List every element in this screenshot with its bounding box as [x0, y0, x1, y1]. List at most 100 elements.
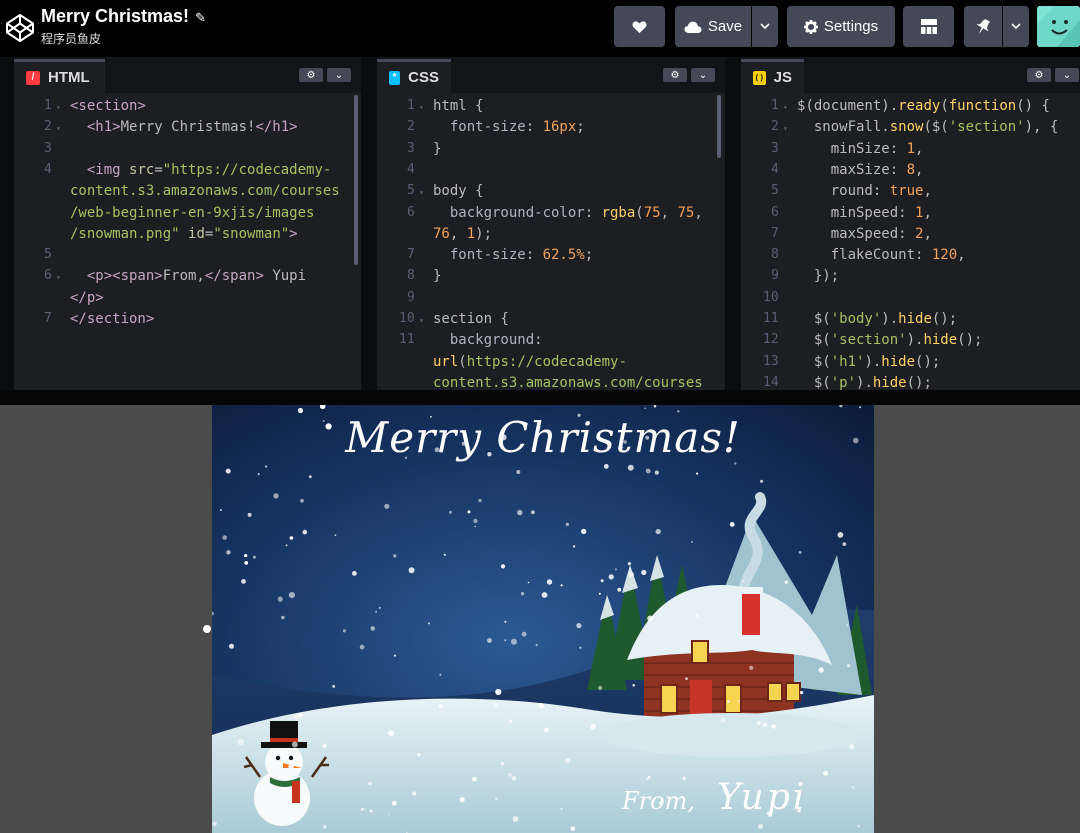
code-line[interactable]: content.s3.amazonaws.com/courses — [70, 183, 340, 199]
line-number: 14 — [763, 374, 779, 390]
snowflake — [262, 781, 265, 784]
code-line[interactable]: background: — [433, 332, 543, 348]
code-line[interactable]: background-color: rgba(75, 75, — [433, 205, 703, 221]
code-line[interactable]: url(https://codecademy- — [433, 354, 627, 370]
code-line[interactable]: $('body').hide(); — [797, 311, 957, 327]
code-token: > — [289, 225, 298, 242]
preview-area[interactable]: Merry Christmas! From, Yupi — [0, 405, 1080, 833]
tab-html[interactable]: / HTML — [14, 59, 105, 93]
snowflake — [632, 684, 635, 687]
snowflake — [222, 535, 227, 540]
fold-arrow-icon[interactable]: ▾ — [783, 124, 788, 133]
fold-arrow-icon[interactable]: ▾ — [419, 188, 424, 197]
code-line[interactable]: <p><span>From,</span> Yupi — [70, 268, 306, 284]
code-line[interactable]: section { — [433, 311, 509, 327]
code-line[interactable]: font-size: 16px; — [433, 119, 585, 135]
code-line[interactable]: </p> — [70, 290, 104, 306]
css-editor-pane[interactable]: * CSS ⚙ ⌄ 1 ▾ html {2 font-size: 16px; 3} 4 5… — [377, 57, 725, 390]
css-code[interactable]: 1 ▾ html {2 font-size: 16px; 3} 4 5 ▾ body {6 b… — [377, 95, 725, 390]
fold-arrow-icon[interactable]: ▾ — [783, 103, 788, 112]
pin-dropdown-button[interactable] — [1003, 6, 1029, 47]
code-line[interactable]: $('h1').hide(); — [797, 354, 940, 370]
code-line[interactable]: minSize: 1, — [797, 141, 924, 157]
code-line[interactable]: round: true, — [797, 183, 932, 199]
code-line[interactable]: maxSize: 8, — [797, 162, 924, 178]
tab-js[interactable]: ( ) JS — [741, 59, 804, 93]
edit-pencil-icon[interactable]: ✎ — [195, 10, 206, 26]
save-dropdown-button[interactable] — [752, 6, 778, 47]
change-view-button[interactable] — [903, 6, 954, 47]
pane-gutter[interactable] — [725, 57, 741, 390]
pane-gutter[interactable] — [0, 57, 14, 390]
author-name[interactable]: 程序员鱼皮 — [41, 30, 101, 47]
snowflake — [285, 544, 288, 547]
code-line[interactable]: $(document).ready(function() { — [797, 98, 1050, 114]
line-number: 13 — [763, 353, 779, 369]
code-token: From, — [162, 268, 205, 285]
chevron-down-icon: ⌄ — [698, 69, 708, 81]
editor-settings-button[interactable]: ⚙ — [1027, 68, 1051, 82]
code-line[interactable]: font-size: 62.5%; — [433, 247, 593, 263]
code-line[interactable]: <section> — [70, 98, 146, 114]
code-line[interactable]: /snowman.png" id="snowman"> — [70, 226, 298, 242]
editor-settings-button[interactable]: ⚙ — [299, 68, 323, 82]
code-line[interactable]: minSpeed: 1, — [797, 205, 932, 221]
editor-collapse-button[interactable]: ⌄ — [327, 68, 351, 82]
code-token: 120 — [931, 247, 958, 264]
scrollbar[interactable] — [717, 95, 721, 158]
tab-css[interactable]: * CSS — [377, 59, 451, 93]
js-editor-pane[interactable]: ( ) JS ⚙ ⌄ 1 ▾ $(document).ready(function(… — [741, 57, 1080, 390]
snowflake — [264, 465, 268, 468]
resize-handle[interactable] — [0, 390, 1080, 405]
editor-settings-button[interactable]: ⚙ — [663, 68, 687, 82]
fold-arrow-icon[interactable]: ▾ — [419, 316, 424, 325]
code-line[interactable]: $('p').hide(); — [797, 375, 932, 390]
code-line[interactable]: } — [433, 141, 441, 157]
fold-arrow-icon[interactable]: ▾ — [419, 103, 424, 112]
fold-arrow-icon[interactable]: ▾ — [56, 124, 61, 133]
fold-arrow-icon[interactable]: ▾ — [56, 103, 61, 112]
code-line[interactable]: snowFall.snow($('section'), { — [797, 119, 1058, 135]
code-line[interactable]: maxSpeed: 2, — [797, 226, 932, 242]
code-line[interactable]: html { — [433, 98, 484, 114]
snowflake — [848, 743, 855, 750]
code-line[interactable]: } — [433, 268, 441, 284]
code-token: $(document). — [797, 98, 899, 114]
settings-button[interactable]: Settings — [787, 6, 895, 47]
snowflake — [727, 700, 730, 703]
snowflake — [600, 579, 604, 583]
line-number: 1 — [407, 98, 415, 113]
snowflake — [384, 503, 390, 509]
code-token: background — [433, 332, 535, 349]
editor-collapse-button[interactable]: ⌄ — [691, 68, 715, 82]
editor-collapse-button[interactable]: ⌄ — [1055, 68, 1079, 82]
code-line[interactable]: <h1>Merry Christmas!</h1> — [70, 119, 298, 135]
code-line[interactable]: $('section').hide(); — [797, 332, 983, 349]
codepen-logo-icon[interactable] — [4, 12, 36, 44]
pane-gutter[interactable] — [361, 57, 377, 390]
scrollbar[interactable] — [354, 95, 358, 265]
code-token: ). — [906, 332, 924, 349]
code-line[interactable]: body { — [433, 183, 484, 199]
code-line[interactable]: }); — [797, 268, 839, 284]
user-avatar[interactable] — [1037, 6, 1080, 47]
snowflake — [598, 685, 603, 690]
fold-arrow-icon[interactable]: ▾ — [56, 273, 61, 282]
code-line[interactable]: 76, 1); — [433, 226, 492, 242]
html-editor-pane[interactable]: / HTML ⚙ ⌄ 1 ▾ <section> 2 ▾ <h1>Merry Chris… — [14, 57, 361, 390]
code-line[interactable]: <img src="https://codecademy- — [70, 162, 331, 178]
html-code[interactable]: 1 ▾ <section> 2 ▾ <h1>Merry Christmas!</h1> 3… — [14, 95, 361, 390]
pen-title[interactable]: Merry Christmas! ✎ — [41, 6, 206, 27]
js-code[interactable]: 1 ▾ $(document).ready(function() {2 ▾ snowF… — [741, 95, 1080, 390]
pin-button[interactable] — [964, 6, 1002, 47]
code-line[interactable]: </section> — [70, 311, 154, 327]
snowflake — [541, 592, 548, 598]
code-line[interactable]: flakeCount: 120, — [797, 247, 966, 263]
code-token: $( — [797, 311, 831, 327]
code-line[interactable]: /web-beginner-en-9xjis/images — [70, 205, 314, 221]
code-token: , — [957, 247, 966, 264]
code-token: hide — [872, 374, 907, 390]
like-button[interactable] — [614, 6, 665, 47]
save-button[interactable]: Save — [675, 6, 751, 47]
code-line[interactable]: content.s3.amazonaws.com/courses — [433, 375, 703, 390]
